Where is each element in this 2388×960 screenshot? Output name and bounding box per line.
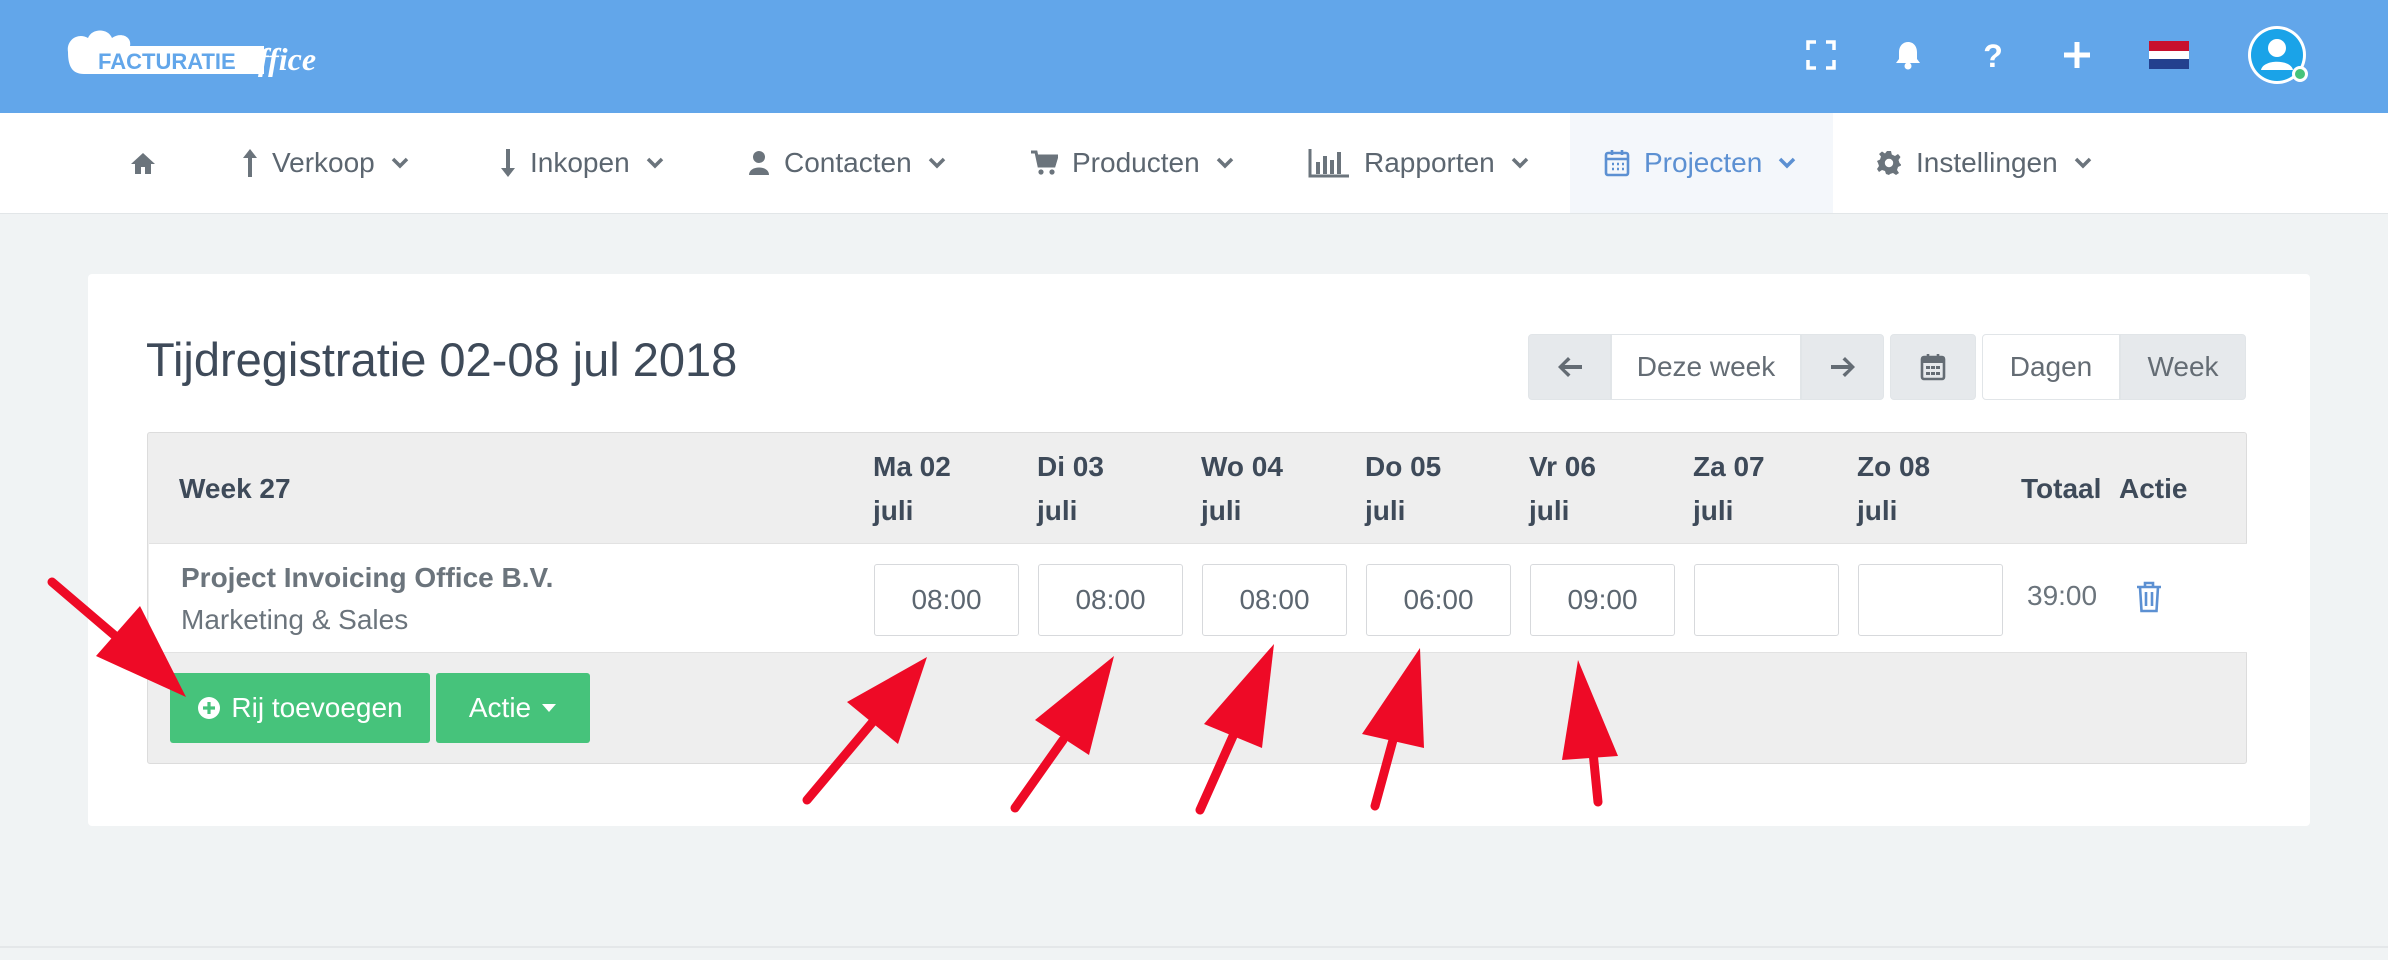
svg-text:?: ? bbox=[1983, 40, 2003, 70]
project-task: Marketing & Sales bbox=[181, 604, 409, 635]
home-icon bbox=[131, 153, 155, 174]
chevron-down-icon bbox=[928, 157, 945, 169]
arrow-left-icon bbox=[1557, 357, 1582, 377]
trash-icon[interactable] bbox=[2134, 580, 2164, 614]
nav-instellingen-label: Instellingen bbox=[1916, 147, 2058, 178]
time-input-sun[interactable] bbox=[1858, 564, 2003, 636]
day-header-sun: Zo 08 juli bbox=[1857, 445, 1930, 533]
total-header: Totaal bbox=[2021, 473, 2102, 504]
arrow-up-icon bbox=[243, 149, 257, 177]
nav-producten-label: Producten bbox=[1072, 147, 1200, 178]
user-icon bbox=[749, 151, 769, 175]
nav-projecten-label: Projecten bbox=[1644, 147, 1763, 178]
question-icon[interactable]: ? bbox=[1968, 30, 2018, 80]
nav-rapporten[interactable]: Rapporten bbox=[1308, 113, 1531, 213]
day-header-month: juli bbox=[1529, 495, 1570, 526]
project-name: Project Invoicing Office B.V. bbox=[181, 562, 554, 593]
add-row-button[interactable]: Rij toevoegen bbox=[170, 673, 430, 743]
fullscreen-icon[interactable] bbox=[1796, 30, 1846, 80]
action-header: Actie bbox=[2119, 473, 2188, 504]
calendar-icon bbox=[1604, 150, 1630, 177]
view-days-button[interactable]: Dagen bbox=[1982, 334, 2120, 400]
nav-verkoop-label: Verkoop bbox=[272, 147, 375, 178]
day-header-day: Vr 06 bbox=[1529, 451, 1596, 482]
day-header-mon: Ma 02 juli bbox=[873, 445, 951, 533]
day-header-month: juli bbox=[1857, 495, 1898, 526]
day-header-day: Wo 04 bbox=[1201, 451, 1283, 482]
page-footer-divider bbox=[0, 946, 2388, 948]
nav-rapporten-label: Rapporten bbox=[1364, 147, 1495, 178]
facturatie-office-logo[interactable]: FACTURATIE office bbox=[64, 26, 334, 82]
day-header-month: juli bbox=[1201, 495, 1242, 526]
arrow-right-icon bbox=[1830, 357, 1855, 377]
view-toggle: Dagen Week bbox=[1982, 334, 2246, 400]
date-picker-button[interactable] bbox=[1890, 334, 1976, 400]
flag-nl-icon[interactable] bbox=[2144, 30, 2194, 80]
gear-icon bbox=[1877, 151, 1901, 175]
nav-projecten[interactable]: Projecten bbox=[1570, 113, 1833, 213]
chevron-down-icon bbox=[646, 157, 663, 169]
nav-inkopen[interactable]: Inkopen bbox=[500, 113, 666, 213]
calendar-icon bbox=[1920, 354, 1946, 381]
day-header-day: Di 03 bbox=[1037, 451, 1104, 482]
time-input-mon[interactable] bbox=[874, 564, 1019, 636]
svg-text:FACTURATIE: FACTURATIE bbox=[98, 49, 236, 74]
time-input-tue[interactable] bbox=[1038, 564, 1183, 636]
day-header-fri: Vr 06 juli bbox=[1529, 445, 1596, 533]
arrow-down-icon bbox=[501, 149, 515, 177]
day-header-day: Ma 02 bbox=[873, 451, 951, 482]
day-header-sat: Za 07 juli bbox=[1693, 445, 1765, 533]
nav-contacten-label: Contacten bbox=[784, 147, 912, 178]
view-week-button[interactable]: Week bbox=[2120, 334, 2246, 400]
row-total: 39:00 bbox=[2027, 580, 2098, 611]
day-header-day: Do 05 bbox=[1365, 451, 1442, 482]
next-week-button[interactable] bbox=[1801, 334, 1884, 400]
nav-inkopen-label: Inkopen bbox=[530, 147, 630, 178]
nav-producten[interactable]: Producten bbox=[1030, 113, 1236, 213]
day-header-day: Za 07 bbox=[1693, 451, 1765, 482]
day-header-month: juli bbox=[1693, 495, 1734, 526]
this-week-button[interactable]: Deze week bbox=[1611, 334, 1801, 400]
day-header-month: juli bbox=[1037, 495, 1078, 526]
nav-instellingen[interactable]: Instellingen bbox=[1876, 113, 2094, 213]
day-header-tue: Di 03 juli bbox=[1037, 445, 1104, 533]
time-input-wed[interactable] bbox=[1202, 564, 1347, 636]
time-input-thu[interactable] bbox=[1366, 564, 1511, 636]
chevron-down-icon bbox=[2074, 157, 2091, 169]
date-picker-group bbox=[1890, 334, 1976, 400]
main-navigation: Verkoop Inkopen Contacten Producten Rapp… bbox=[0, 113, 2388, 214]
plus-circle-icon bbox=[198, 697, 221, 719]
nav-contacten[interactable]: Contacten bbox=[748, 113, 948, 213]
day-header-month: juli bbox=[1365, 495, 1406, 526]
chevron-down-icon bbox=[391, 157, 408, 169]
top-bar: FACTURATIE office ? bbox=[0, 0, 2388, 113]
page-title: Tijdregistratie 02-08 jul 2018 bbox=[146, 333, 738, 386]
user-avatar[interactable] bbox=[2248, 26, 2308, 84]
week-number-header: Week 27 bbox=[179, 473, 291, 504]
day-header-day: Zo 08 bbox=[1857, 451, 1931, 482]
action-dropdown-label: Actie bbox=[468, 692, 532, 723]
cart-icon bbox=[1031, 150, 1058, 175]
nav-home[interactable] bbox=[130, 113, 190, 213]
previous-week-button[interactable] bbox=[1528, 334, 1611, 400]
chevron-down-icon bbox=[1511, 157, 1529, 169]
svg-text:office: office bbox=[242, 41, 316, 77]
chevron-down-icon bbox=[1216, 157, 1233, 169]
chevron-down-icon bbox=[1779, 157, 1796, 169]
nav-verkoop[interactable]: Verkoop bbox=[242, 113, 411, 213]
online-status-dot bbox=[2292, 66, 2308, 82]
plus-icon[interactable] bbox=[2052, 30, 2102, 80]
day-header-thu: Do 05 juli bbox=[1365, 445, 1441, 533]
action-dropdown-button[interactable]: Actie bbox=[436, 673, 590, 743]
add-row-label: Rij toevoegen bbox=[231, 692, 403, 723]
time-input-sat[interactable] bbox=[1694, 564, 1839, 636]
table-row: Project Invoicing Office B.V. Marketing … bbox=[149, 543, 2247, 653]
day-header-wed: Wo 04 juli bbox=[1201, 445, 1283, 533]
bell-icon[interactable] bbox=[1883, 30, 1933, 80]
bar-chart-icon bbox=[1308, 149, 1349, 178]
time-input-fri[interactable] bbox=[1530, 564, 1675, 636]
week-navigation: Deze week bbox=[1528, 334, 1884, 400]
day-header-month: juli bbox=[873, 495, 914, 526]
caret-down-icon bbox=[542, 704, 557, 712]
